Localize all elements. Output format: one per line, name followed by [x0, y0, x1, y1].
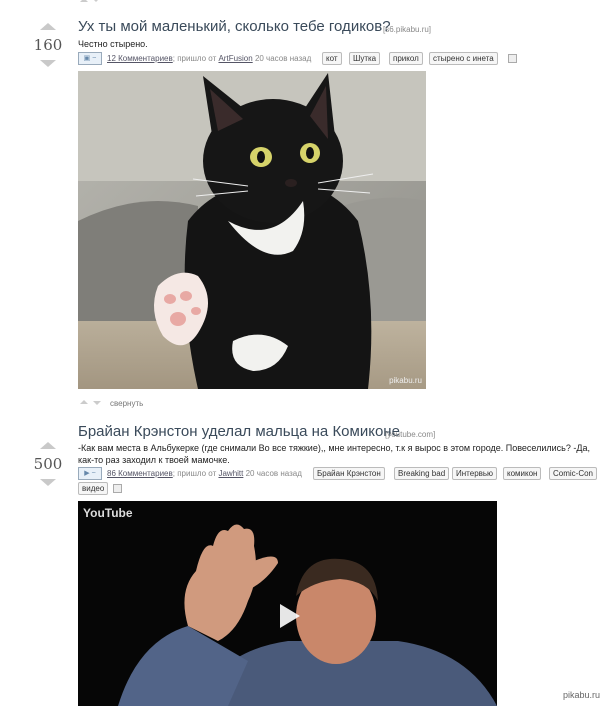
prev-mini-up-icon[interactable]: [80, 0, 88, 2]
tag[interactable]: Breaking bad: [394, 467, 450, 480]
youtube-logo-text: YouTube: [83, 506, 133, 520]
save-icon[interactable]: [113, 484, 122, 493]
tag[interactable]: Comic-Con: [549, 467, 598, 480]
post-description: -Как вам места в Альбукерке (где снимали…: [78, 443, 590, 465]
tag[interactable]: стырено с инета: [429, 52, 498, 65]
post-domain[interactable]: [youtube.com]: [385, 430, 435, 439]
meta-from-text: ; пришло от: [172, 469, 217, 478]
meta-from-text: ; пришло от: [172, 54, 217, 63]
footer-watermark: pikabu.ru: [563, 690, 601, 700]
post-time: 20 часов назад: [245, 469, 302, 478]
post-meta: 86 Комментариев; пришло от Jawhitt 20 ча…: [107, 469, 302, 478]
upvote-icon[interactable]: [40, 442, 56, 449]
collapse-link[interactable]: свернуть: [110, 399, 143, 408]
comments-link[interactable]: 12 Комментариев: [107, 54, 173, 63]
tag[interactable]: видео: [78, 482, 109, 495]
post-title-link[interactable]: Брайан Крэнстон уделал мальца на Комикон…: [78, 423, 400, 440]
post-image-cat[interactable]: pikabu.ru: [78, 71, 426, 389]
post-title-link[interactable]: Ух ты мой маленький, сколько тебе годико…: [78, 18, 391, 35]
image-watermark: pikabu.ru: [389, 376, 422, 385]
previous-post-fragment: [80, 0, 120, 4]
video-player[interactable]: YouTube: [78, 501, 497, 706]
post-description: Честно стырено.: [78, 39, 148, 49]
prev-mini-down-icon[interactable]: [92, 0, 100, 2]
post-time: 20 часов назад: [254, 54, 312, 63]
author-link[interactable]: ArtFusion: [218, 54, 252, 63]
image-vote-up-icon[interactable]: [80, 400, 88, 404]
upvote-icon[interactable]: [40, 23, 56, 30]
comments-link[interactable]: 86 Комментариев: [107, 469, 173, 478]
video-frame-illustration: [78, 501, 497, 706]
tag[interactable]: Брайан Крэнстон: [313, 467, 385, 480]
author-link[interactable]: Jawhitt: [218, 469, 243, 478]
video-type-icon[interactable]: ▶ ~: [78, 467, 102, 480]
tag[interactable]: Интервью: [452, 467, 498, 480]
post-meta: 12 Комментариев; пришло от ArtFusion 20 …: [107, 54, 311, 63]
downvote-icon[interactable]: [40, 60, 56, 67]
tag[interactable]: кот: [322, 52, 342, 65]
youtube-logo: YouTube: [83, 506, 133, 520]
post-domain[interactable]: [s6.pikabu.ru]: [383, 25, 431, 34]
tag[interactable]: Шутка: [349, 52, 381, 65]
tag[interactable]: комикон: [503, 467, 542, 480]
image-vote-down-icon[interactable]: [93, 401, 101, 405]
cat-illustration: [78, 71, 426, 389]
post-score: 500: [33, 455, 63, 473]
image-type-icon[interactable]: ▣ ~: [78, 52, 102, 65]
post-score: 160: [33, 36, 63, 54]
save-icon[interactable]: [508, 54, 517, 63]
downvote-icon[interactable]: [40, 479, 56, 486]
tag[interactable]: прикол: [389, 52, 423, 65]
